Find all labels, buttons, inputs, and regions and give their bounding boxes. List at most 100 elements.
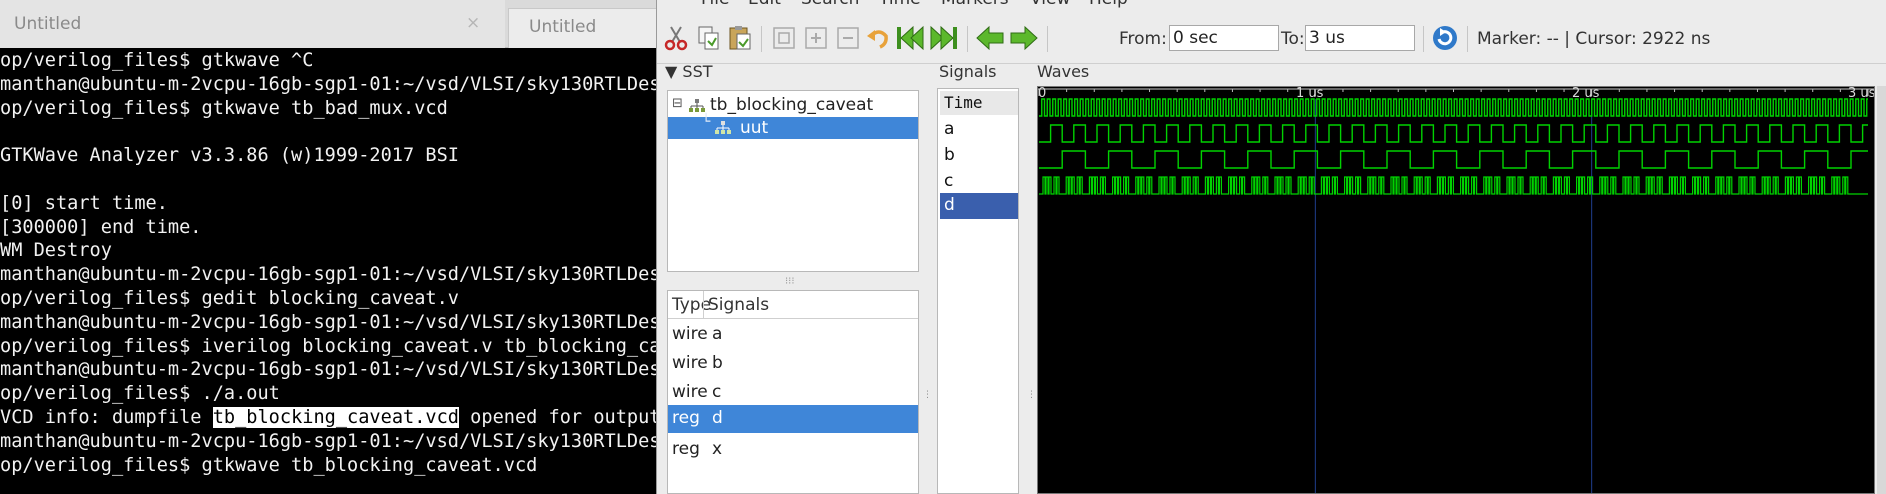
waveform-viewer[interactable]: 0 1 us 2 us 3 us: [1037, 86, 1875, 494]
terminal-line: manthan@ubuntu-m-2vcpu-16gb-sgp1-01:~/vs…: [0, 430, 656, 452]
terminal-line: op/verilog_files$ ./a.out: [0, 383, 280, 405]
terminal-line: [0] start time.: [0, 192, 168, 214]
table-row-selected[interactable]: reg d: [668, 405, 918, 433]
zoom-in-icon[interactable]: [803, 24, 829, 52]
tree-item-label: tb_blocking_caveat: [710, 95, 874, 115]
terminal-tab-bar: Untitled × Untitled: [0, 0, 656, 48]
signal-name: x: [712, 439, 723, 459]
signal-name: c: [712, 382, 722, 402]
sst-header[interactable]: ▼ SST: [665, 62, 713, 81]
terminal-line: op/verilog_files$ gedit blocking_caveat.…: [0, 287, 459, 309]
pane-grip[interactable]: ⋮: [923, 390, 932, 400]
terminal-line: [300000] end time.: [0, 216, 202, 238]
menu-time[interactable]: Time: [879, 0, 921, 9]
find-previous-edge-icon[interactable]: [975, 24, 1005, 52]
terminal-line: op/verilog_files$ gtkwave tb_bad_mux.vcd: [0, 97, 448, 119]
to-time-input[interactable]: [1305, 25, 1415, 51]
zoom-end-icon[interactable]: [929, 24, 959, 52]
paste-icon[interactable]: [727, 24, 753, 52]
terminal-line: manthan@ubuntu-m-2vcpu-16gb-sgp1-01:~/vs…: [0, 264, 656, 286]
signals-list[interactable]: Time a b c d: [937, 88, 1019, 494]
terminal-window[interactable]: Untitled × Untitled op/verilog_files$ gt…: [0, 0, 656, 494]
type-column-header[interactable]: Type: [672, 295, 711, 315]
signals-column-header[interactable]: Signals: [708, 295, 769, 315]
signal-type-table[interactable]: Type Signals wire a wire b wire c reg d …: [667, 290, 919, 494]
tab-label: Untitled: [529, 17, 597, 37]
tab-label: Untitled: [14, 14, 82, 34]
tree-branch-line: └: [702, 114, 711, 130]
undo-icon[interactable]: [865, 24, 891, 52]
toolbar-separator: [1423, 26, 1424, 52]
time-row[interactable]: Time: [940, 91, 1018, 115]
toolbar-separator: [1467, 26, 1468, 52]
menu-help[interactable]: Help: [1089, 0, 1128, 9]
tree-expander-icon[interactable]: ⊟: [672, 96, 683, 111]
waveform-canvas[interactable]: 0 1 us 2 us 3 us: [1038, 87, 1875, 494]
terminal-line: manthan@ubuntu-m-2vcpu-16gb-sgp1-01:~/vs…: [0, 73, 656, 95]
waves-header: Waves: [1037, 62, 1090, 81]
menu-edit[interactable]: Edit: [748, 0, 781, 9]
signal-name: a: [712, 324, 723, 344]
terminal-line: op/verilog_files$ iverilog blocking_cave…: [0, 335, 656, 357]
toolbar-separator: [1047, 26, 1048, 52]
column-divider: [703, 291, 704, 319]
table-header: Type Signals: [668, 291, 918, 319]
signal-row-c[interactable]: c: [940, 169, 1018, 193]
terminal-line: manthan@ubuntu-m-2vcpu-16gb-sgp1-01:~/vs…: [0, 311, 656, 333]
terminal-vcd-line: VCD info: dumpfile tb_blocking_caveat.vc…: [0, 406, 656, 430]
gtkwave-window[interactable]: File Edit Search Time Markers View Help: [656, 0, 1886, 494]
terminal-line: manthan@ubuntu-m-2vcpu-16gb-sgp1-01:~/vs…: [0, 359, 656, 381]
menu-markers[interactable]: Markers: [941, 0, 1009, 9]
zoom-out-icon[interactable]: [835, 24, 861, 52]
signal-name: b: [712, 353, 723, 373]
signal-row-d[interactable]: d: [940, 193, 1018, 219]
signals-header: Signals: [939, 62, 997, 81]
menu-bar: File Edit Search Time Markers View Help: [657, 0, 1886, 11]
terminal-line: GTKWave Analyzer v3.3.86 (w)1999-2017 BS…: [0, 145, 459, 167]
toolbar-separator: [967, 26, 968, 52]
menu-file[interactable]: File: [701, 0, 729, 9]
table-row[interactable]: reg x: [668, 436, 918, 462]
pane-grip[interactable]: ⋮: [1027, 390, 1036, 400]
zoom-start-icon[interactable]: [895, 24, 925, 52]
signal-type: wire: [672, 324, 708, 344]
module-icon: [689, 99, 705, 112]
signal-row-b[interactable]: b: [940, 143, 1018, 167]
vcd-prefix: VCD info: dumpfile: [0, 406, 213, 428]
table-row[interactable]: wire a: [668, 321, 918, 347]
selected-filename[interactable]: tb_blocking_caveat.vcd: [212, 406, 459, 428]
terminal-line: op/verilog_files$ gtkwave tb_blocking_ca…: [0, 454, 538, 476]
signal-name: d: [712, 408, 723, 428]
find-next-edge-icon[interactable]: [1009, 24, 1039, 52]
cut-icon[interactable]: [663, 24, 689, 52]
vcd-suffix: opened for output.: [458, 406, 656, 428]
terminal-tab-1[interactable]: Untitled ×: [0, 0, 505, 48]
signal-type: reg: [672, 439, 700, 459]
toolbar: From: To: Marker: -- | Cursor: 2922 ns: [657, 12, 1886, 64]
from-label: From:: [1119, 29, 1167, 49]
marker-cursor-readout: Marker: -- | Cursor: 2922 ns: [1477, 29, 1711, 49]
close-icon[interactable]: ×: [466, 13, 480, 33]
menu-view[interactable]: View: [1030, 0, 1070, 9]
tree-item-uut[interactable]: └ uut: [668, 114, 918, 139]
collapse-triangle-icon[interactable]: ▼: [665, 62, 677, 81]
vertical-scrollbar[interactable]: [1877, 86, 1886, 494]
copy-icon[interactable]: [695, 24, 721, 52]
signal-row-a[interactable]: a: [940, 117, 1018, 141]
from-time-input[interactable]: [1169, 25, 1279, 51]
signal-type: reg: [672, 408, 700, 428]
toolbar-separator: [761, 26, 762, 52]
zoom-fit-icon[interactable]: [771, 24, 797, 52]
terminal-tab-2[interactable]: Untitled: [508, 8, 656, 48]
reload-icon[interactable]: [1431, 24, 1459, 52]
table-row[interactable]: wire b: [668, 350, 918, 376]
hierarchy-tree[interactable]: ⊟ tb_blocking_caveat └ uut: [667, 90, 919, 272]
terminal-output[interactable]: op/verilog_files$ gtkwave ^C manthan@ubu…: [0, 49, 656, 494]
pane-grip[interactable]: ⁝⁝⁝: [785, 276, 795, 287]
tree-item-tb-blocking-caveat[interactable]: ⊟ tb_blocking_caveat: [668, 94, 918, 116]
table-row[interactable]: wire c: [668, 379, 918, 405]
menu-search[interactable]: Search: [801, 0, 859, 9]
terminal-line: WM Destroy: [0, 240, 112, 262]
